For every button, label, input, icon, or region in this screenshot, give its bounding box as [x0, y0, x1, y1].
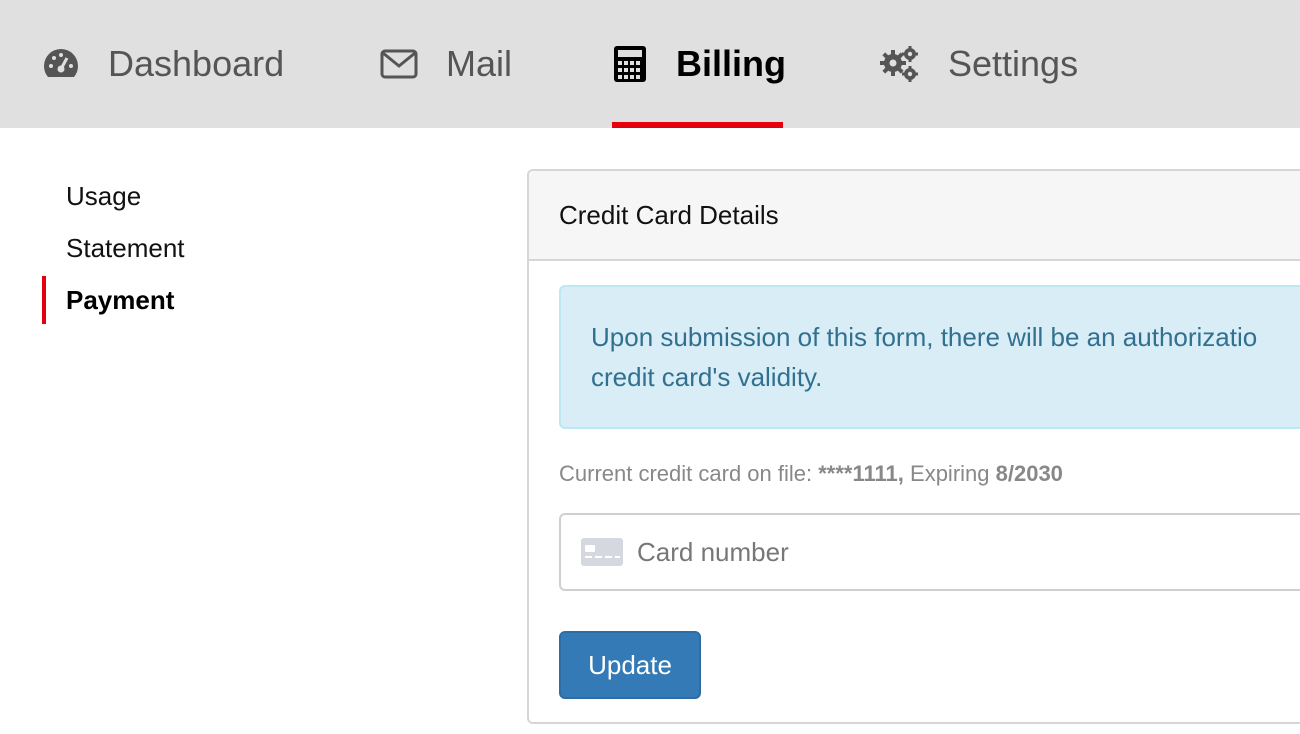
gears-icon: [878, 45, 920, 83]
card-number-input[interactable]: [637, 536, 1237, 568]
sidebar-item-statement[interactable]: Statement: [42, 222, 342, 274]
nav-label-settings: Settings: [948, 43, 1079, 84]
alert-text-line-1: Upon submission of this form, there will…: [591, 322, 1258, 352]
card-expiry: 8/2030: [995, 461, 1063, 486]
nav-item-billing[interactable]: Billing: [612, 0, 786, 128]
billing-sidebar: Usage Statement Payment: [42, 170, 342, 326]
nav-item-mail[interactable]: Mail: [380, 0, 512, 128]
calculator-icon: [612, 45, 648, 83]
nav-item-dashboard[interactable]: Dashboard: [42, 0, 284, 128]
nav-item-settings[interactable]: Settings: [878, 0, 1078, 128]
update-button[interactable]: Update: [559, 631, 701, 699]
nav-label-mail: Mail: [446, 43, 513, 84]
credit-card-icon: [581, 538, 623, 566]
current-card-info: Current credit card on file: ****1111, E…: [559, 461, 1063, 487]
masked-card-number: ****1111,: [818, 461, 904, 486]
envelope-icon: [380, 49, 418, 79]
card-number-field[interactable]: [559, 513, 1300, 591]
nav-label-billing: Billing: [676, 43, 786, 84]
sidebar-item-label: Payment: [66, 284, 175, 315]
panel-title: Credit Card Details: [529, 171, 1300, 261]
nav-label-dashboard: Dashboard: [108, 43, 285, 84]
alert-text-line-2: credit card's validity.: [591, 362, 823, 392]
expiring-label: Expiring: [903, 461, 996, 486]
card-on-file-prefix: Current credit card on file:: [559, 461, 819, 486]
authorization-info-alert: Upon submission of this form, there will…: [559, 285, 1300, 429]
credit-card-panel: Credit Card Details Upon submission of t…: [527, 169, 1300, 724]
sidebar-item-usage[interactable]: Usage: [42, 170, 342, 222]
sidebar-item-payment[interactable]: Payment: [42, 274, 342, 326]
top-navigation: Dashboard Mail Billing Settings: [0, 0, 1300, 128]
sidebar-item-label: Statement: [66, 232, 185, 263]
dashboard-gauge-icon: [42, 47, 80, 81]
sidebar-item-label: Usage: [66, 180, 142, 211]
